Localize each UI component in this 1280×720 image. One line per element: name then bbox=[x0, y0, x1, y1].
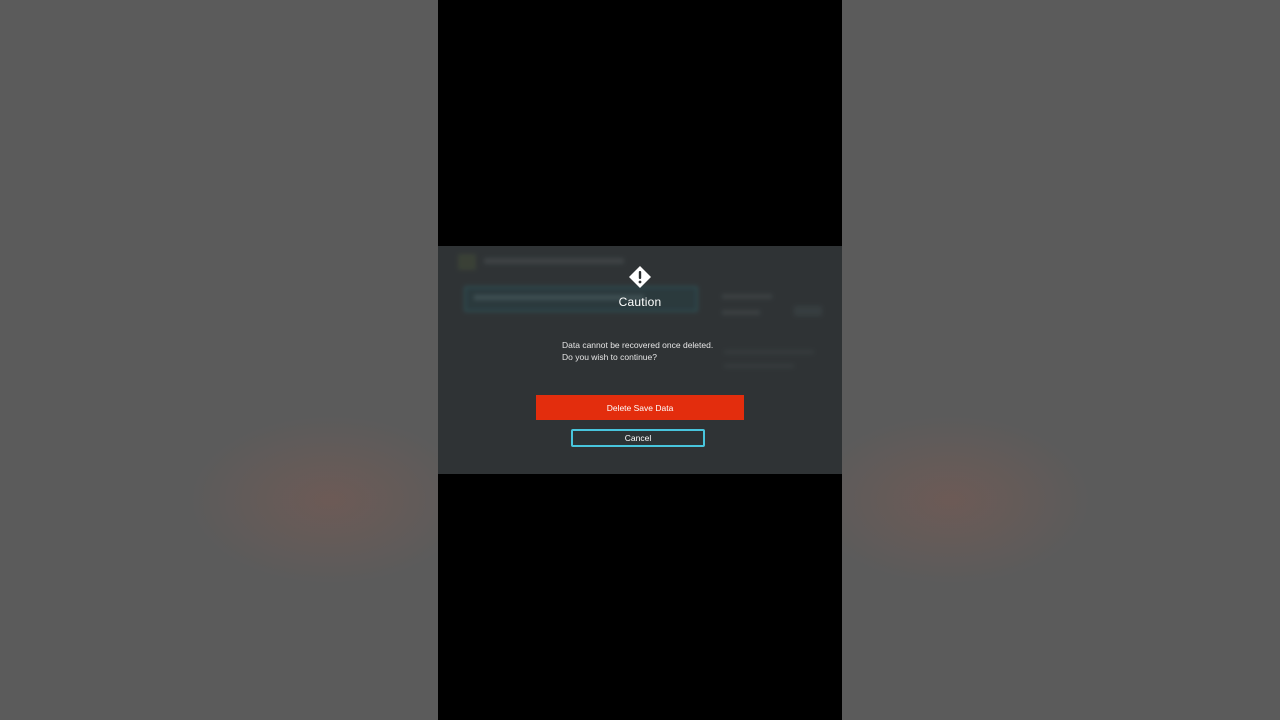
dialog-message-line: Data cannot be recovered once deleted. bbox=[562, 340, 714, 350]
dialog-message: Data cannot be recovered once deleted. D… bbox=[562, 339, 762, 363]
delete-save-data-button[interactable]: Delete Save Data bbox=[536, 395, 744, 420]
dialog-message-line: Do you wish to continue? bbox=[562, 352, 657, 362]
dialog-title: Caution bbox=[618, 295, 662, 309]
cancel-button[interactable]: Cancel bbox=[571, 429, 705, 447]
video-frame: Caution Data cannot be recovered once de… bbox=[438, 0, 842, 720]
console-screen: Caution Data cannot be recovered once de… bbox=[438, 246, 842, 474]
caution-diamond-icon bbox=[629, 266, 651, 288]
